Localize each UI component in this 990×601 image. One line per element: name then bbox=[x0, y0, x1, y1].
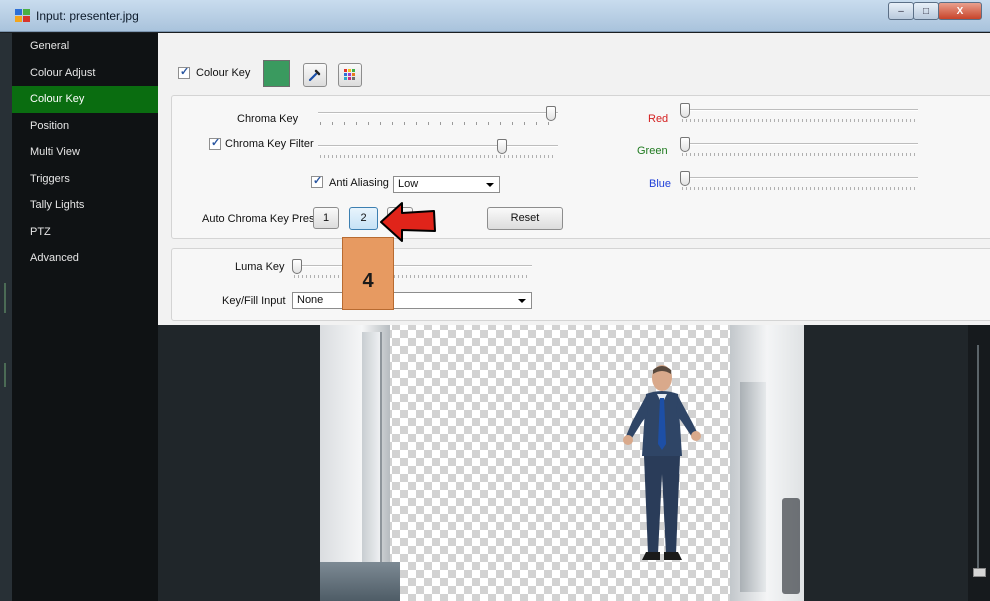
blue-slider-thumb[interactable] bbox=[680, 171, 690, 186]
color-palette-icon bbox=[344, 69, 355, 80]
anti-aliasing-value: Low bbox=[398, 178, 419, 190]
key-colour-swatch[interactable] bbox=[263, 60, 290, 87]
anti-aliasing-label: Anti Aliasing bbox=[329, 177, 389, 189]
minimize-button[interactable]: – bbox=[888, 2, 914, 20]
chroma-key-filter-slider[interactable] bbox=[318, 139, 558, 161]
blue-slider[interactable] bbox=[680, 171, 918, 193]
green-label: Green bbox=[637, 145, 668, 157]
sidebar-item-colour-adjust[interactable]: Colour Adjust bbox=[12, 60, 158, 87]
preset-2-button[interactable]: 2 bbox=[349, 207, 378, 230]
zoom-slider-track[interactable] bbox=[977, 345, 979, 570]
sidebar-item-advanced[interactable]: Advanced bbox=[12, 245, 158, 272]
key-fill-input-value: None bbox=[297, 294, 324, 306]
green-slider-thumb[interactable] bbox=[680, 137, 690, 152]
red-slider[interactable] bbox=[680, 103, 918, 125]
step-number-badge: 4 bbox=[342, 237, 394, 310]
chroma-key-slider-thumb[interactable] bbox=[546, 106, 556, 121]
chroma-key-group: Chroma Key Chroma Key Filter Anti Aliasi… bbox=[171, 95, 990, 239]
luma-key-group: Luma Key Key/Fill Input None bbox=[171, 248, 990, 321]
eyedropper-button[interactable] bbox=[303, 63, 327, 87]
sidebar: General Colour Adjust Colour Key Positio… bbox=[12, 33, 158, 601]
presenter-figure bbox=[623, 365, 701, 560]
red-label: Red bbox=[648, 113, 669, 125]
chevron-down-icon bbox=[486, 183, 494, 187]
sidebar-item-ptz[interactable]: PTZ bbox=[12, 219, 158, 246]
pointer-arrow-icon bbox=[380, 202, 436, 242]
preset-1-button[interactable]: 1 bbox=[313, 207, 339, 229]
chroma-key-label: Chroma Key bbox=[237, 113, 299, 125]
key-fill-input-select[interactable]: None bbox=[292, 292, 532, 309]
sidebar-item-general[interactable]: General bbox=[12, 33, 158, 60]
red-slider-thumb[interactable] bbox=[680, 103, 690, 118]
app-icon bbox=[15, 9, 31, 23]
luma-key-slider[interactable] bbox=[292, 259, 532, 281]
close-button[interactable]: X bbox=[938, 2, 982, 20]
sidebar-item-colour-key[interactable]: Colour Key bbox=[12, 86, 158, 113]
luma-key-slider-thumb[interactable] bbox=[292, 259, 302, 274]
chroma-key-slider[interactable] bbox=[318, 106, 558, 128]
preview-image bbox=[320, 322, 804, 601]
colour-key-panel: Colour Key Chroma Key Chroma Key Filter … bbox=[158, 33, 990, 325]
maximize-button[interactable]: □ bbox=[913, 2, 939, 20]
window-title: Input: presenter.jpg bbox=[36, 9, 139, 23]
sidebar-item-multi-view[interactable]: Multi View bbox=[12, 139, 158, 166]
reset-button[interactable]: Reset bbox=[487, 207, 563, 230]
auto-chroma-presets-label: Auto Chroma Key Presets bbox=[202, 213, 330, 225]
colour-palette-button[interactable] bbox=[338, 63, 362, 87]
sidebar-item-position[interactable]: Position bbox=[12, 113, 158, 140]
sidebar-item-tally-lights[interactable]: Tally Lights bbox=[12, 192, 158, 219]
luma-key-label: Luma Key bbox=[235, 261, 285, 273]
eyedropper-icon bbox=[308, 69, 321, 82]
colour-key-label: Colour Key bbox=[196, 67, 251, 79]
anti-aliasing-select[interactable]: Low bbox=[393, 176, 500, 193]
green-slider[interactable] bbox=[680, 137, 918, 159]
sidebar-item-triggers[interactable]: Triggers bbox=[12, 166, 158, 193]
blue-label: Blue bbox=[649, 178, 672, 190]
left-window-edge bbox=[0, 33, 12, 601]
colour-key-checkbox[interactable] bbox=[178, 65, 190, 79]
anti-aliasing-checkbox[interactable] bbox=[311, 174, 323, 188]
chroma-key-filter-slider-thumb[interactable] bbox=[497, 139, 507, 154]
chroma-key-filter-checkbox[interactable] bbox=[209, 136, 221, 150]
title-bar: Input: presenter.jpg – □ X bbox=[0, 0, 990, 32]
chevron-down-icon bbox=[518, 299, 526, 303]
zoom-slider-thumb[interactable] bbox=[973, 568, 986, 577]
chroma-key-filter-label: Chroma Key Filter bbox=[225, 138, 314, 150]
key-fill-input-label: Key/Fill Input bbox=[222, 295, 286, 307]
